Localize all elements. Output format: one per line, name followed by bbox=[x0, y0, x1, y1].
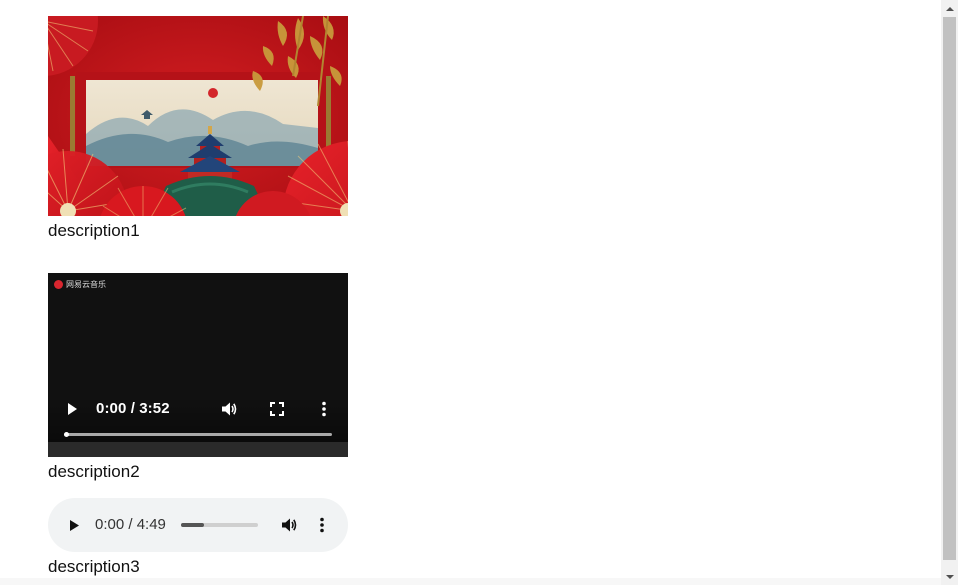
scroll-down-button[interactable] bbox=[941, 568, 958, 585]
video-player[interactable]: 网易云音乐 0:00 / 3:52 bbox=[48, 273, 348, 457]
audio-volume-bar[interactable] bbox=[181, 523, 258, 527]
more-options-button[interactable] bbox=[314, 398, 334, 420]
artwork-image bbox=[48, 16, 348, 216]
description-1: description1 bbox=[48, 221, 140, 240]
description-3: description3 bbox=[48, 557, 140, 576]
audio-more-options-button[interactable] bbox=[312, 514, 332, 536]
volume-icon bbox=[282, 518, 297, 532]
fullscreen-button[interactable] bbox=[266, 398, 288, 420]
description-2: description2 bbox=[48, 462, 140, 481]
video-watermark: 网易云音乐 bbox=[54, 279, 106, 290]
volume-button[interactable] bbox=[218, 398, 240, 420]
chinese-painting-illustration bbox=[48, 16, 348, 216]
netease-logo-icon bbox=[54, 280, 63, 289]
bottom-edge bbox=[0, 578, 941, 585]
arrow-down-icon bbox=[945, 574, 954, 579]
video-progress-bar[interactable] bbox=[64, 432, 332, 437]
video-time-display: 0:00 / 3:52 bbox=[96, 400, 170, 417]
vertical-scrollbar[interactable] bbox=[941, 0, 958, 585]
more-options-icon bbox=[320, 517, 324, 533]
audio-player[interactable]: 0:00 / 4:49 bbox=[48, 498, 348, 552]
page: description1 网易云音乐 0:00 / 3:52 descripti… bbox=[0, 0, 941, 585]
scrollbar-thumb[interactable] bbox=[943, 17, 956, 560]
video-bottom-strip bbox=[48, 442, 348, 457]
audio-play-button[interactable] bbox=[64, 515, 84, 535]
scroll-up-button[interactable] bbox=[941, 0, 958, 17]
play-icon bbox=[68, 403, 77, 415]
play-button[interactable] bbox=[62, 399, 82, 419]
more-options-icon bbox=[322, 401, 326, 417]
audio-time-display: 0:00 / 4:49 bbox=[95, 516, 166, 533]
watermark-text: 网易云音乐 bbox=[66, 280, 106, 289]
arrow-up-icon bbox=[945, 6, 954, 11]
audio-volume-button[interactable] bbox=[278, 514, 300, 536]
volume-icon bbox=[222, 402, 237, 416]
fullscreen-icon bbox=[270, 402, 284, 416]
play-icon bbox=[70, 519, 79, 531]
video-progress-handle[interactable] bbox=[64, 432, 69, 437]
audio-volume-fill bbox=[181, 523, 205, 527]
